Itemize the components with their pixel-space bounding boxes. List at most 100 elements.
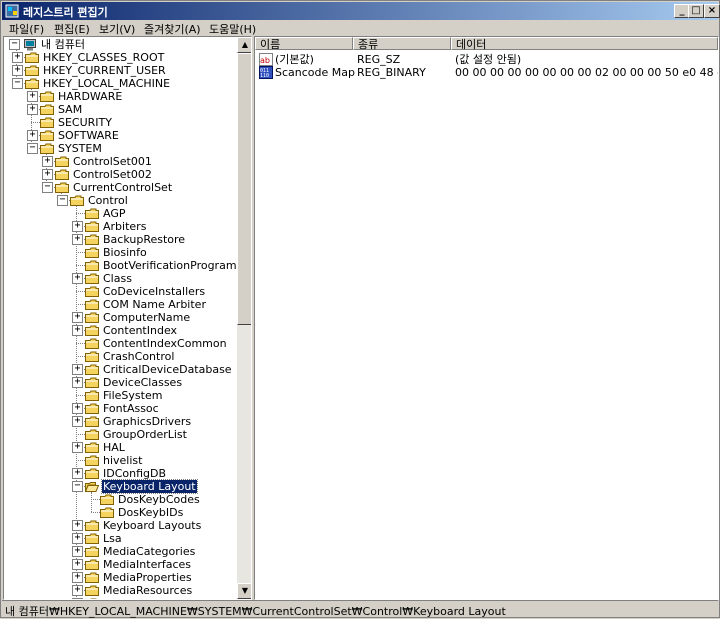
values-list-pane[interactable]: 이름 종류 데이터 ab (기본값) REG_SZ (값 설정 안됨) 011 … <box>254 36 719 600</box>
tree-node[interactable]: CoDeviceInstallers <box>4 285 236 298</box>
menu-view[interactable]: 보기(V) <box>99 21 135 37</box>
expand-icon[interactable]: + <box>72 571 83 583</box>
menu-help[interactable]: 도움말(H) <box>209 21 256 37</box>
tree-node[interactable]: + IDConfigDB <box>4 467 236 480</box>
expand-icon[interactable]: + <box>72 220 83 232</box>
expand-icon[interactable]: + <box>72 441 83 453</box>
tree-node[interactable]: AGP <box>4 207 236 220</box>
tree-node[interactable]: − HKEY_LOCAL_MACHINE <box>4 77 236 90</box>
tree-node-label: FileSystem <box>103 389 163 402</box>
folder-icon <box>85 208 99 219</box>
tree-node[interactable]: + DeviceClasses <box>4 376 236 389</box>
tree-node[interactable]: + FontAssoc <box>4 402 236 415</box>
tree-node[interactable]: + HAL <box>4 441 236 454</box>
expand-icon[interactable]: + <box>72 532 83 544</box>
expand-icon[interactable]: + <box>42 168 53 180</box>
expand-icon[interactable]: + <box>72 467 83 479</box>
tree-node[interactable]: − CurrentControlSet <box>4 181 236 194</box>
tree-node[interactable]: ContentIndexCommon <box>4 337 236 350</box>
tree-node[interactable]: DosKeybIDs <box>4 506 236 519</box>
collapse-icon[interactable]: − <box>57 194 68 206</box>
value-row[interactable]: ab (기본값) REG_SZ (값 설정 안됨) <box>255 53 718 66</box>
tree-node[interactable]: + BackupRestore <box>4 233 236 246</box>
expand-icon[interactable]: + <box>27 90 38 102</box>
expand-icon[interactable]: + <box>72 558 83 570</box>
menu-edit[interactable]: 편집(E) <box>54 21 90 37</box>
folder-icon <box>85 585 99 596</box>
tree-node[interactable]: + ControlSet002 <box>4 168 236 181</box>
expand-icon[interactable]: + <box>72 584 83 596</box>
tree-node[interactable]: FileSystem <box>4 389 236 402</box>
value-row[interactable]: 011 110 Scancode Map REG_BINARY 00 00 00… <box>255 66 718 79</box>
scroll-down-arrow-icon[interactable]: ▼ <box>237 583 251 599</box>
tree-node[interactable]: + ComputerName <box>4 311 236 324</box>
expand-icon[interactable]: + <box>72 415 83 427</box>
tree-node-label: CriticalDeviceDatabase <box>103 363 232 376</box>
menu-favorites[interactable]: 즐겨찾기(A) <box>144 21 201 37</box>
column-header-name[interactable]: 이름 <box>255 37 353 51</box>
expand-icon[interactable]: + <box>72 272 83 284</box>
tree-node[interactable]: − Keyboard Layout <box>4 479 236 494</box>
collapse-icon[interactable]: − <box>72 480 83 492</box>
tree-node[interactable]: − 내 컴퓨터 <box>4 38 236 51</box>
tree-node[interactable]: BootVerificationProgram <box>4 259 237 272</box>
tree-node[interactable]: + Class <box>4 272 236 285</box>
title-bar[interactable]: 레지스트리 편집기 _ □ × <box>2 2 720 20</box>
value-data: (값 설정 안됨) <box>455 53 522 66</box>
tree-node[interactable]: + CriticalDeviceDatabase <box>4 363 236 376</box>
expand-icon[interactable]: + <box>27 129 38 141</box>
expand-icon[interactable]: + <box>72 363 83 375</box>
tree-node[interactable]: + Lsa <box>4 532 236 545</box>
collapse-icon[interactable]: − <box>12 77 23 89</box>
maximize-button[interactable]: □ <box>688 4 704 18</box>
expand-icon[interactable]: + <box>72 402 83 414</box>
tree-node[interactable]: + SAM <box>4 103 236 116</box>
tree-node[interactable]: + HKEY_CLASSES_ROOT <box>4 51 236 64</box>
close-button[interactable]: × <box>704 4 720 18</box>
tree-node[interactable]: CrashControl <box>4 350 236 363</box>
collapse-icon[interactable]: − <box>42 181 53 193</box>
expand-icon[interactable]: + <box>72 376 83 388</box>
scrollbar-thumb[interactable] <box>237 53 251 325</box>
folder-icon <box>100 507 114 518</box>
tree-node[interactable]: + GraphicsDrivers <box>4 415 236 428</box>
expand-icon[interactable]: + <box>72 545 83 557</box>
tree-node[interactable]: + Arbiters <box>4 220 236 233</box>
tree-node[interactable]: + MediaCategories <box>4 545 236 558</box>
tree-node[interactable]: COM Name Arbiter <box>4 298 236 311</box>
column-header-data[interactable]: 데이터 <box>451 37 718 51</box>
tree-node[interactable]: DosKeybCodes <box>4 493 236 506</box>
tree-node-label: MediaResources <box>103 584 193 597</box>
scroll-up-arrow-icon[interactable]: ▲ <box>237 37 251 53</box>
expand-icon[interactable]: + <box>42 155 53 167</box>
expand-icon[interactable]: + <box>72 311 83 323</box>
tree-node[interactable]: GroupOrderList <box>4 428 236 441</box>
tree-node-label: ContentIndex <box>103 324 178 337</box>
collapse-icon[interactable]: − <box>9 38 20 50</box>
column-header-type[interactable]: 종류 <box>353 37 451 51</box>
expand-icon[interactable]: + <box>72 233 83 245</box>
tree-node[interactable]: hivelist <box>4 454 236 467</box>
expand-icon[interactable]: + <box>27 103 38 115</box>
registry-tree-pane[interactable]: ▲ ▼ − 내 컴퓨터 + HKEY_CLASSES_ROOT + HKEY_CURREN… <box>3 36 252 600</box>
tree-node[interactable]: − SYSTEM <box>4 142 236 155</box>
tree-node[interactable]: + MediaProperties <box>4 571 236 584</box>
expand-icon[interactable]: + <box>72 324 83 336</box>
tree-node[interactable]: + ControlSet001 <box>4 155 236 168</box>
expand-icon[interactable]: + <box>72 519 83 531</box>
tree-node[interactable]: SECURITY <box>4 116 236 129</box>
tree-node[interactable]: + HARDWARE <box>4 90 236 103</box>
tree-node[interactable]: Biosinfo <box>4 246 236 259</box>
collapse-icon[interactable]: − <box>27 142 38 154</box>
tree-node[interactable]: + SOFTWARE <box>4 129 236 142</box>
expand-icon[interactable]: + <box>12 51 23 63</box>
tree-node[interactable]: + ContentIndex <box>4 324 236 337</box>
tree-node[interactable]: + HKEY_CURRENT_USER <box>4 64 236 77</box>
tree-node[interactable]: − Control <box>4 194 236 207</box>
menu-file[interactable]: 파일(F) <box>9 21 44 37</box>
tree-node[interactable]: + MediaInterfaces <box>4 558 236 571</box>
tree-node[interactable]: + Keyboard Layouts <box>4 519 236 532</box>
tree-vertical-scrollbar[interactable]: ▲ ▼ <box>237 37 251 599</box>
tree-node[interactable]: + MediaResources <box>4 584 236 597</box>
expand-icon[interactable]: + <box>12 64 23 76</box>
